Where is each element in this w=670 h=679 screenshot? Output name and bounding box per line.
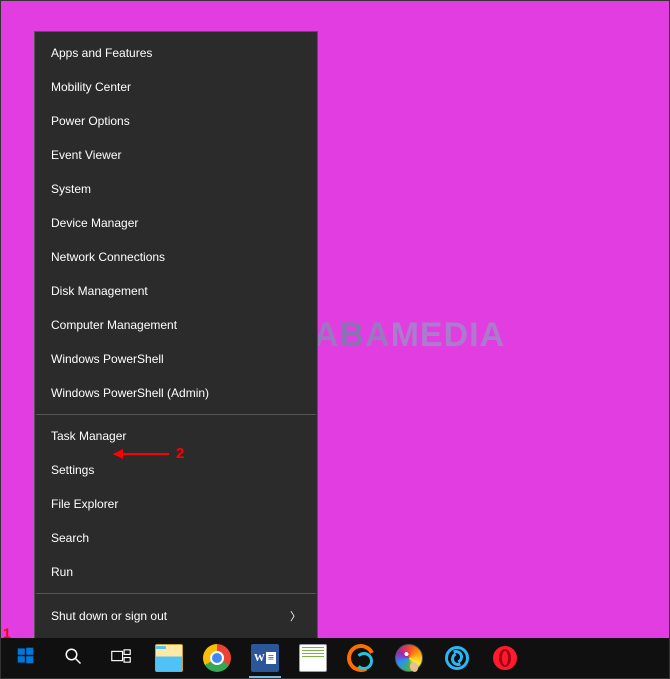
menu-label: Search xyxy=(51,531,89,545)
annotation-label-2: 2 xyxy=(176,445,184,462)
menu-label: Task Manager xyxy=(51,429,126,443)
paint-app[interactable] xyxy=(385,638,433,678)
annotation-label-1: 1 xyxy=(3,625,11,641)
menu-label: Disk Management xyxy=(51,284,148,298)
opera-icon xyxy=(493,646,517,670)
menu-item-system[interactable]: System xyxy=(35,172,317,206)
menu-item-mobility-center[interactable]: Mobility Center xyxy=(35,70,317,104)
menu-item-event-viewer[interactable]: Event Viewer xyxy=(35,138,317,172)
file-explorer-app[interactable] xyxy=(145,638,193,678)
folder-icon xyxy=(155,644,183,672)
menu-label: Settings xyxy=(51,463,94,477)
word-icon: W≡ xyxy=(251,644,279,672)
notepadpp-icon xyxy=(299,644,327,672)
chevron-right-icon: 〉 xyxy=(290,608,301,624)
menu-item-search[interactable]: Search xyxy=(35,521,317,555)
menu-separator xyxy=(36,414,316,415)
menu-item-device-manager[interactable]: Device Manager xyxy=(35,206,317,240)
menu-label: Power Options xyxy=(51,114,130,128)
menu-label: Windows PowerShell (Admin) xyxy=(51,386,209,400)
chrome-app[interactable] xyxy=(193,638,241,678)
windows-logo-icon xyxy=(17,647,34,669)
paint-icon xyxy=(395,644,423,672)
taskbar: W≡ xyxy=(1,638,669,678)
menu-label: System xyxy=(51,182,91,196)
active-indicator xyxy=(249,676,281,678)
menu-label: Network Connections xyxy=(51,250,165,264)
search-icon xyxy=(64,647,82,670)
notepadpp-app[interactable] xyxy=(289,638,337,678)
menu-label: Windows PowerShell xyxy=(51,352,164,366)
menu-label: Run xyxy=(51,565,73,579)
octave-app[interactable] xyxy=(337,638,385,678)
menu-label: Computer Management xyxy=(51,318,177,332)
sync-app[interactable] xyxy=(433,638,481,678)
start-button[interactable] xyxy=(1,638,49,678)
menu-item-shut-down-or-sign-out[interactable]: Shut down or sign out 〉 xyxy=(35,598,317,634)
menu-item-apps-and-features[interactable]: Apps and Features xyxy=(35,36,317,70)
menu-item-run[interactable]: Run xyxy=(35,555,317,589)
menu-label: Event Viewer xyxy=(51,148,121,162)
menu-item-power-options[interactable]: Power Options xyxy=(35,104,317,138)
menu-label: Apps and Features xyxy=(51,46,152,60)
menu-label: Mobility Center xyxy=(51,80,131,94)
menu-item-computer-management[interactable]: Computer Management xyxy=(35,308,317,342)
menu-item-windows-powershell[interactable]: Windows PowerShell xyxy=(35,342,317,376)
annotation-arrow-icon xyxy=(114,453,169,455)
word-app[interactable]: W≡ xyxy=(241,638,289,678)
menu-item-windows-powershell-admin[interactable]: Windows PowerShell (Admin) xyxy=(35,376,317,410)
menu-separator xyxy=(36,593,316,594)
task-view-button[interactable] xyxy=(97,638,145,678)
menu-label: File Explorer xyxy=(51,497,118,511)
menu-item-network-connections[interactable]: Network Connections xyxy=(35,240,317,274)
menu-label: Device Manager xyxy=(51,216,138,230)
sync-icon xyxy=(445,646,469,670)
octave-icon xyxy=(347,644,375,672)
winx-context-menu: Apps and Features Mobility Center Power … xyxy=(34,31,318,673)
opera-app[interactable] xyxy=(481,638,529,678)
chrome-icon xyxy=(203,644,231,672)
menu-item-file-explorer[interactable]: File Explorer xyxy=(35,487,317,521)
menu-item-disk-management[interactable]: Disk Management xyxy=(35,274,317,308)
search-button[interactable] xyxy=(49,638,97,678)
menu-label: Shut down or sign out xyxy=(51,609,167,623)
task-view-icon xyxy=(111,648,131,669)
desktop-background: NESABAMEDIA Apps and Features Mobility C… xyxy=(1,1,669,640)
